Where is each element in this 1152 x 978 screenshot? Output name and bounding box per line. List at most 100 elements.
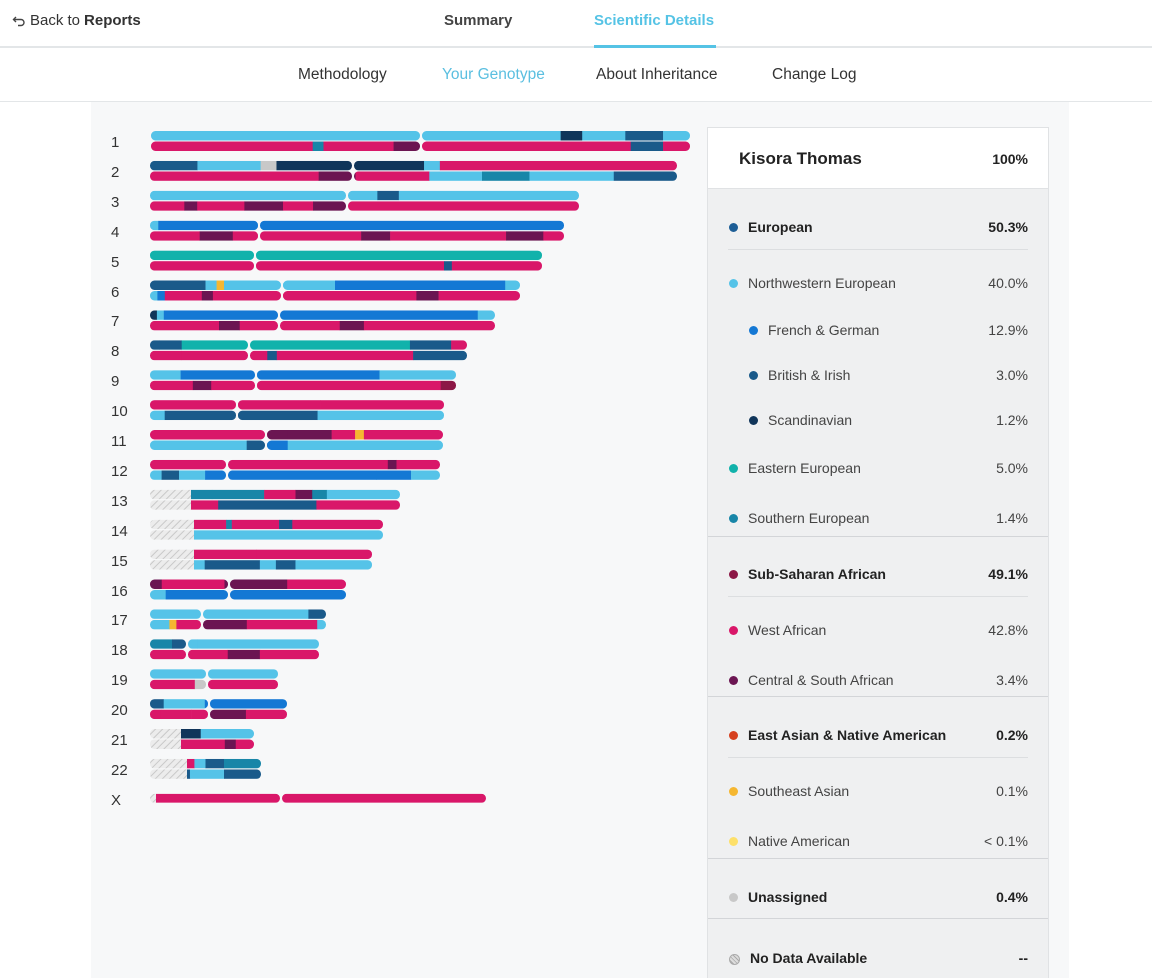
color-dot-icon [729, 954, 740, 965]
segment-northwestern [224, 280, 284, 290]
legend-label: Eastern European [748, 460, 861, 476]
chromosome-11-strand-2[interactable] [150, 440, 443, 451]
chromosome-8-strand-2[interactable] [150, 350, 467, 361]
segment-central-south [224, 579, 288, 589]
segment-west-african [231, 519, 280, 530]
segment-french-german [376, 470, 412, 480]
legend-percent: 0.4% [996, 889, 1028, 905]
chromosome-13-strand-2[interactable] [150, 500, 400, 510]
legend-percent: 0.2% [996, 727, 1028, 743]
segment-unassigned [194, 679, 208, 690]
legend-label: Native American [748, 833, 850, 849]
segment-west-african [235, 739, 254, 749]
segment-british-irish [238, 410, 318, 421]
segment-west-african [160, 709, 192, 720]
chromosome-1-strand-1[interactable] [151, 131, 690, 141]
segment-northwestern [156, 310, 165, 320]
segment-west-african [150, 400, 239, 410]
chromosome-5-strand-1[interactable] [150, 250, 542, 261]
chromosome-7-strand-2[interactable] [150, 320, 495, 331]
chromosome-painting [150, 131, 690, 803]
chromosome-14-strand-2[interactable] [150, 530, 383, 540]
segment-west-african [372, 291, 417, 301]
segment-west-african [150, 459, 226, 470]
chromosome-19-strand-1[interactable] [150, 669, 278, 679]
segment-british-irish [413, 350, 467, 361]
segment-eastern [255, 250, 542, 261]
chromosome-18-strand-2[interactable] [150, 649, 319, 660]
chromosome-20-strand-1[interactable] [150, 699, 287, 709]
segment-west-african [194, 549, 257, 560]
segment-french-german [163, 310, 278, 320]
chromosome-6-strand-1[interactable] [150, 280, 520, 291]
segment-southern [482, 171, 530, 181]
segment-west-african [281, 320, 341, 331]
no-data-region [150, 560, 194, 570]
segment-central-south [506, 231, 544, 241]
chromosome-12-strand-1[interactable] [150, 459, 440, 470]
segment-northwestern [187, 639, 198, 649]
segment-west-african [245, 709, 287, 720]
segment-central-south [199, 231, 234, 241]
chromosome-17-strand-1[interactable] [150, 609, 326, 619]
segment-west-african [282, 201, 314, 211]
chromosome-15-strand-2[interactable] [150, 560, 372, 570]
chromosome-11-strand-1[interactable] [150, 430, 443, 440]
chromosome-9-strand-2[interactable] [150, 380, 456, 391]
chromosome-22-strand-1[interactable] [150, 758, 261, 769]
segment-west-african [451, 261, 542, 271]
chromosome-18-strand-1[interactable] [150, 639, 319, 649]
chromosome-17-strand-2[interactable] [150, 619, 326, 630]
chromosome-21-strand-1[interactable] [150, 729, 254, 739]
chromosome-13-strand-1[interactable] [150, 489, 400, 500]
segment-northwestern [202, 609, 309, 619]
segment-french-german [257, 370, 380, 380]
segment-northwestern [259, 560, 277, 570]
subtab-change-log[interactable]: Change Log [772, 66, 856, 84]
no-data-region [150, 729, 181, 739]
color-dot-icon [729, 514, 738, 523]
segment-french-german [257, 220, 564, 231]
segment-british-irish [224, 769, 261, 779]
segment-central-south [227, 649, 261, 660]
chromosome-2-strand-2[interactable] [150, 171, 677, 181]
chromosome-6-strand-2[interactable] [150, 291, 520, 301]
chromosome-14-strand-1[interactable] [150, 519, 383, 530]
segment-french-german [238, 590, 346, 600]
chromosome-10-strand-1[interactable] [150, 400, 444, 410]
chromosome-12-strand-2[interactable] [150, 470, 440, 480]
chromosome-7-strand-1[interactable] [150, 310, 495, 320]
chromosome-16-strand-1[interactable] [150, 579, 346, 590]
chromosome-22-strand-2[interactable] [150, 769, 261, 779]
segment-west-african [150, 201, 185, 211]
no-data-region [150, 793, 156, 803]
chromosome-x-strand-1[interactable] [150, 793, 486, 803]
chromosome-1-strand-2[interactable] [151, 141, 690, 152]
chromosome-19-strand-2[interactable] [150, 679, 278, 690]
segment-northwestern [529, 171, 615, 181]
chromosome-15-strand-1[interactable] [150, 549, 372, 560]
segment-british-irish [204, 560, 261, 570]
chromosome-20-strand-2[interactable] [150, 709, 287, 720]
segment-west-african [248, 350, 268, 361]
chromosome-21-strand-2[interactable] [150, 739, 254, 750]
chromosome-3-strand-2[interactable] [150, 201, 579, 211]
chromosome-9-strand-1[interactable] [150, 370, 456, 380]
chromosome-8-strand-1[interactable] [150, 340, 467, 350]
segment-northwestern [317, 619, 326, 630]
chromosome-2-strand-1[interactable] [150, 160, 677, 171]
segment-west-african [197, 201, 245, 211]
chromosome-10-strand-2[interactable] [150, 410, 444, 421]
chromosome-5-strand-2[interactable] [150, 261, 542, 271]
chromosome-4-strand-2[interactable] [150, 231, 564, 241]
segment-british-irish [625, 131, 664, 141]
legend-percent: 49.1% [988, 566, 1028, 582]
segment-northwestern [379, 370, 456, 380]
chromosome-3-strand-1[interactable] [150, 190, 579, 201]
segment-central-south [208, 709, 247, 720]
segment-west-african [150, 679, 196, 690]
chromosome-4-strand-1[interactable] [150, 220, 564, 231]
segment-west-african [194, 519, 227, 530]
segment-northwestern [150, 619, 170, 630]
chromosome-16-strand-2[interactable] [150, 590, 346, 600]
